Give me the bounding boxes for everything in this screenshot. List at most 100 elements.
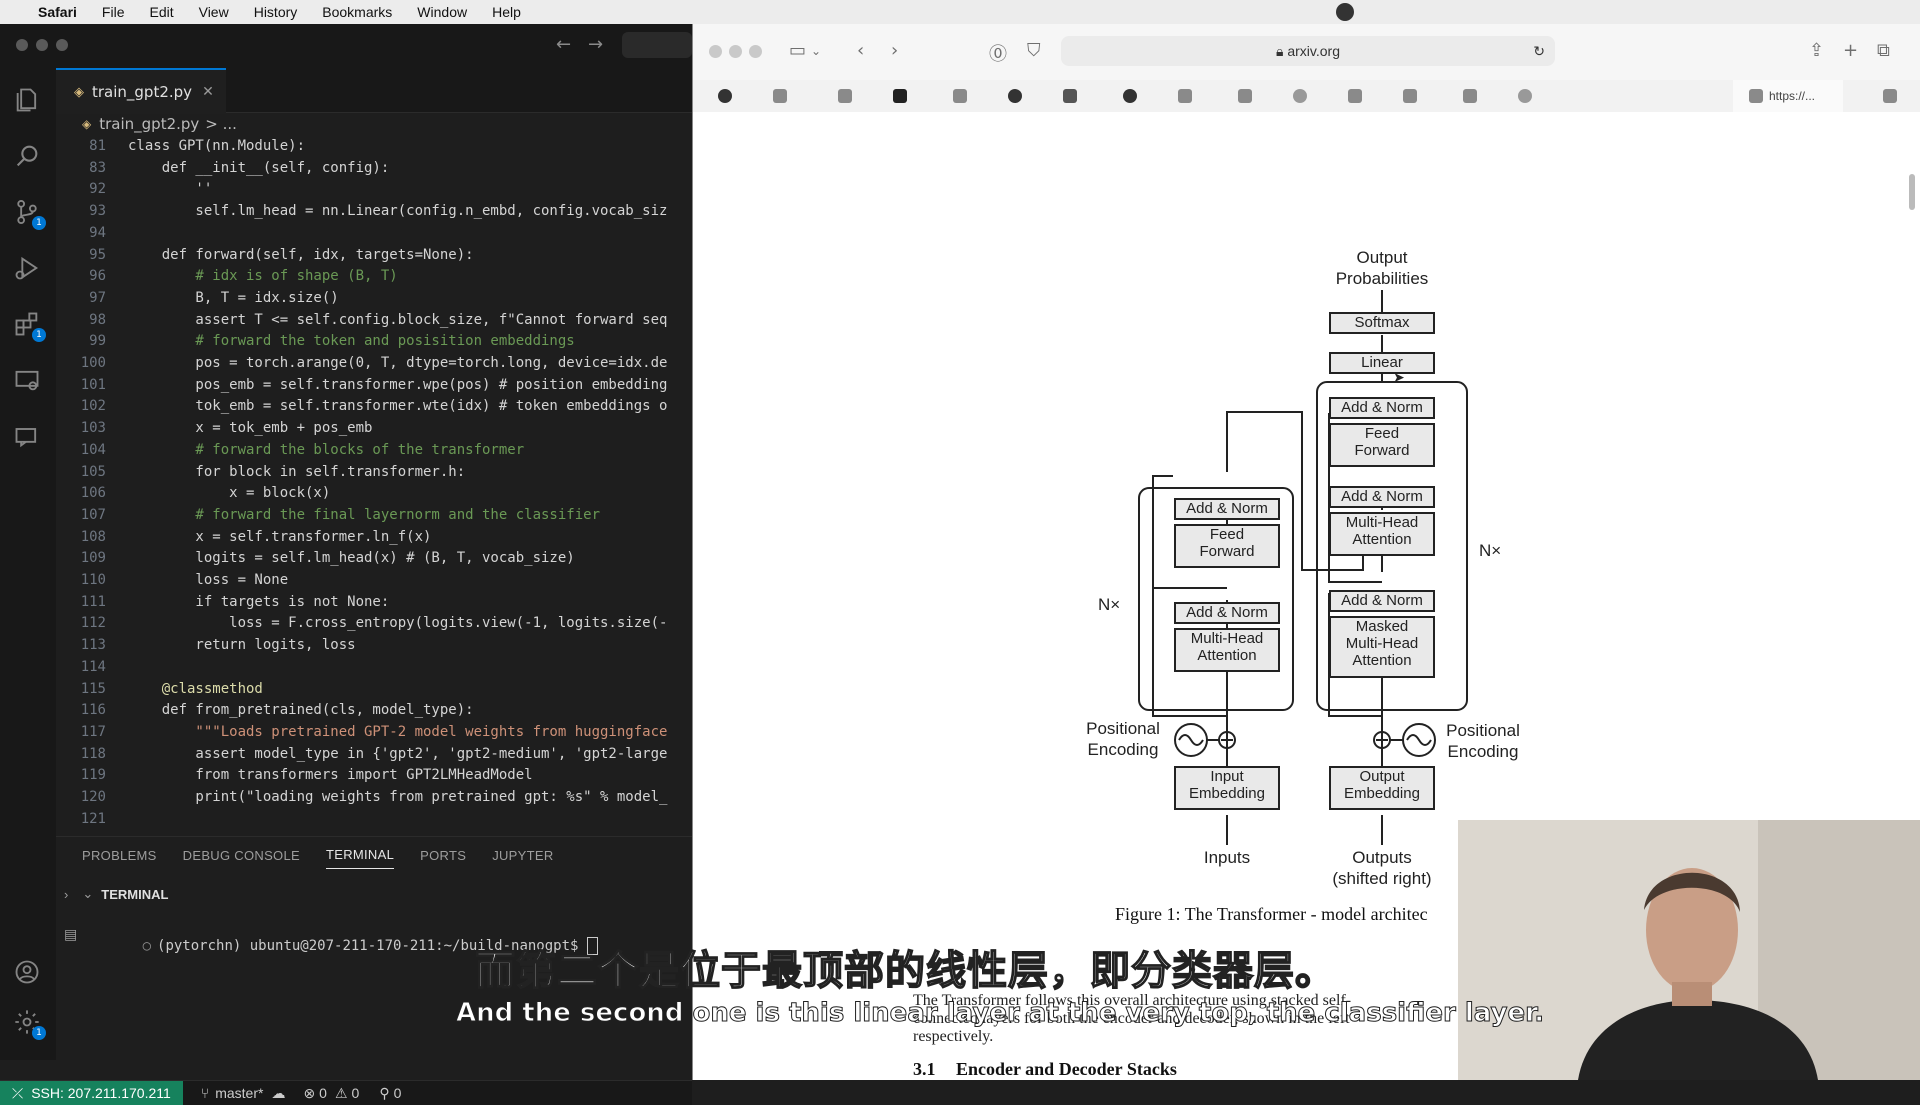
- menu-help[interactable]: Help: [492, 4, 521, 20]
- search-icon[interactable]: [12, 142, 42, 172]
- new-tab-icon[interactable]: +: [1843, 40, 1858, 61]
- tab-favicon[interactable]: [1403, 89, 1417, 103]
- chat-icon[interactable]: [12, 422, 42, 452]
- menu-history[interactable]: History: [254, 4, 298, 20]
- code-line[interactable]: 101 pos_emb = self.transformer.wpe(pos) …: [56, 375, 692, 397]
- menu-bookmarks[interactable]: Bookmarks: [322, 4, 392, 20]
- shield-icon[interactable]: ⛉: [1027, 40, 1041, 61]
- code-line[interactable]: 100 pos = torch.arange(0, T, dtype=torch…: [56, 353, 692, 375]
- code-line[interactable]: 113 return logits, loss: [56, 635, 692, 657]
- password-extension-icon[interactable]: ⓪: [989, 40, 1007, 66]
- tab-favicon[interactable]: [1883, 89, 1897, 103]
- code-line[interactable]: 92 '': [56, 179, 692, 201]
- code-line[interactable]: 95 def forward(self, idx, targets=None):: [56, 245, 692, 267]
- remote-ssh-indicator[interactable]: ⤫ SSH: 207.211.170.211: [0, 1081, 183, 1105]
- editor-tab[interactable]: ◈ train_gpt2.py ✕: [56, 68, 226, 114]
- terminal-section-header[interactable]: › ⌄ TERMINAL: [56, 881, 692, 907]
- source-control-icon[interactable]: 1: [12, 198, 46, 230]
- breadcrumb-file[interactable]: train_gpt2.py: [99, 115, 199, 133]
- code-line[interactable]: 98 assert T <= self.config.block_size, f…: [56, 310, 692, 332]
- github-icon[interactable]: [1123, 89, 1137, 103]
- remote-explorer-icon[interactable]: [12, 366, 42, 396]
- menu-file[interactable]: File: [102, 4, 125, 20]
- tab-favicon[interactable]: [953, 89, 967, 103]
- reload-icon[interactable]: ↻: [1533, 36, 1545, 66]
- code-line[interactable]: 109 logits = self.lm_head(x) # (B, T, vo…: [56, 548, 692, 570]
- openai-icon[interactable]: [1518, 89, 1532, 103]
- tab-favicon[interactable]: [893, 89, 907, 103]
- menu-window[interactable]: Window: [417, 4, 467, 20]
- menu-edit[interactable]: Edit: [149, 4, 173, 20]
- code-line[interactable]: 120 print("loading weights from pretrain…: [56, 787, 692, 809]
- tab-overview-icon[interactable]: ⧉: [1877, 40, 1890, 61]
- minimize-window-button[interactable]: [36, 39, 48, 51]
- code-line[interactable]: 93 self.lm_head = nn.Linear(config.n_emb…: [56, 201, 692, 223]
- code-line[interactable]: 104 # forward the blocks of the transfor…: [56, 440, 692, 462]
- code-line[interactable]: 94: [56, 223, 692, 245]
- chevron-down-icon[interactable]: ⌄: [82, 886, 93, 902]
- code-line[interactable]: 97 B, T = idx.size(): [56, 288, 692, 310]
- x-icon[interactable]: [1063, 89, 1077, 103]
- chevron-down-icon[interactable]: ⌄: [811, 44, 821, 58]
- tab-terminal[interactable]: TERMINAL: [325, 847, 395, 869]
- tab-active[interactable]: https://...: [1733, 80, 1843, 112]
- code-line[interactable]: 117 """Loads pretrained GPT-2 model weig…: [56, 722, 692, 744]
- code-line[interactable]: 83 def __init__(self, config):: [56, 158, 692, 180]
- back-icon[interactable]: ‹: [857, 40, 864, 61]
- tab-jupyter[interactable]: JUPYTER: [492, 848, 553, 863]
- forward-icon[interactable]: ›: [891, 40, 898, 61]
- run-debug-icon[interactable]: [12, 254, 42, 284]
- github-icon[interactable]: [718, 89, 732, 103]
- tab-favicon[interactable]: [838, 89, 852, 103]
- chevron-right-icon[interactable]: ›: [64, 887, 68, 902]
- openai-icon[interactable]: [1293, 89, 1307, 103]
- code-editor[interactable]: 81 class GPT(nn.Module): 83 def __init__(s…: [56, 136, 692, 836]
- code-line[interactable]: 108 x = self.transformer.ln_f(x): [56, 527, 692, 549]
- code-line[interactable]: 111 if targets is not None:: [56, 592, 692, 614]
- explorer-icon[interactable]: [12, 86, 42, 116]
- terminal-list-icon[interactable]: ▤: [64, 927, 77, 943]
- menu-view[interactable]: View: [199, 4, 229, 20]
- code-line[interactable]: 110 loss = None: [56, 570, 692, 592]
- code-line[interactable]: 105 for block in self.transformer.h:: [56, 462, 692, 484]
- forward-arrow-icon[interactable]: →: [588, 34, 603, 55]
- tab-favicon[interactable]: [1178, 89, 1192, 103]
- tab-debug-console[interactable]: DEBUG CONSOLE: [183, 848, 300, 863]
- close-window-button[interactable]: [16, 39, 28, 51]
- minimize-window-button[interactable]: [729, 45, 742, 58]
- command-center[interactable]: [622, 32, 692, 58]
- code-line[interactable]: 119 from transformers import GPT2LMHeadM…: [56, 765, 692, 787]
- code-line[interactable]: 107 # forward the final layernorm and th…: [56, 505, 692, 527]
- close-window-button[interactable]: [709, 45, 722, 58]
- sidebar-toggle-icon[interactable]: ▭: [789, 40, 806, 61]
- code-line[interactable]: 96 # idx is of shape (B, T): [56, 266, 692, 288]
- tab-problems[interactable]: PROBLEMS: [82, 848, 157, 863]
- address-bar[interactable]: 🔒︎ arxiv.org ↻: [1061, 36, 1555, 66]
- menu-app-name[interactable]: Safari: [38, 4, 77, 20]
- breadcrumb-rest[interactable]: > ...: [205, 115, 237, 133]
- close-tab-icon[interactable]: ✕: [202, 84, 214, 100]
- code-line[interactable]: 106 x = block(x): [56, 483, 692, 505]
- code-line[interactable]: 102 tok_emb = self.transformer.wte(idx) …: [56, 396, 692, 418]
- accounts-icon[interactable]: [12, 958, 42, 988]
- code-line[interactable]: 81 class GPT(nn.Module):: [56, 136, 692, 158]
- pdf-scrollbar[interactable]: [1909, 174, 1915, 210]
- branch-name[interactable]: master*: [215, 1085, 263, 1101]
- code-line[interactable]: 112 loss = F.cross_entropy(logits.view(-…: [56, 613, 692, 635]
- code-line[interactable]: 114: [56, 657, 692, 679]
- warnings-count[interactable]: 0: [352, 1085, 360, 1101]
- sync-icon[interactable]: ☁: [271, 1085, 285, 1102]
- status-menu-icon[interactable]: [1336, 3, 1354, 21]
- back-arrow-icon[interactable]: ←: [556, 34, 571, 55]
- zoom-window-button[interactable]: [56, 39, 68, 51]
- code-line[interactable]: 121: [56, 809, 692, 831]
- tab-favicon[interactable]: [1238, 89, 1252, 103]
- ports-count[interactable]: 0: [394, 1085, 402, 1101]
- extensions-icon[interactable]: 1: [12, 310, 46, 342]
- zoom-window-button[interactable]: [749, 45, 762, 58]
- code-line[interactable]: 118 assert model_type in {'gpt2', 'gpt2-…: [56, 744, 692, 766]
- share-icon[interactable]: ⇪: [1809, 40, 1824, 61]
- github-icon[interactable]: [1008, 89, 1022, 103]
- code-line[interactable]: 99 # forward the token and posisition em…: [56, 331, 692, 353]
- code-line[interactable]: 115 @classmethod: [56, 679, 692, 701]
